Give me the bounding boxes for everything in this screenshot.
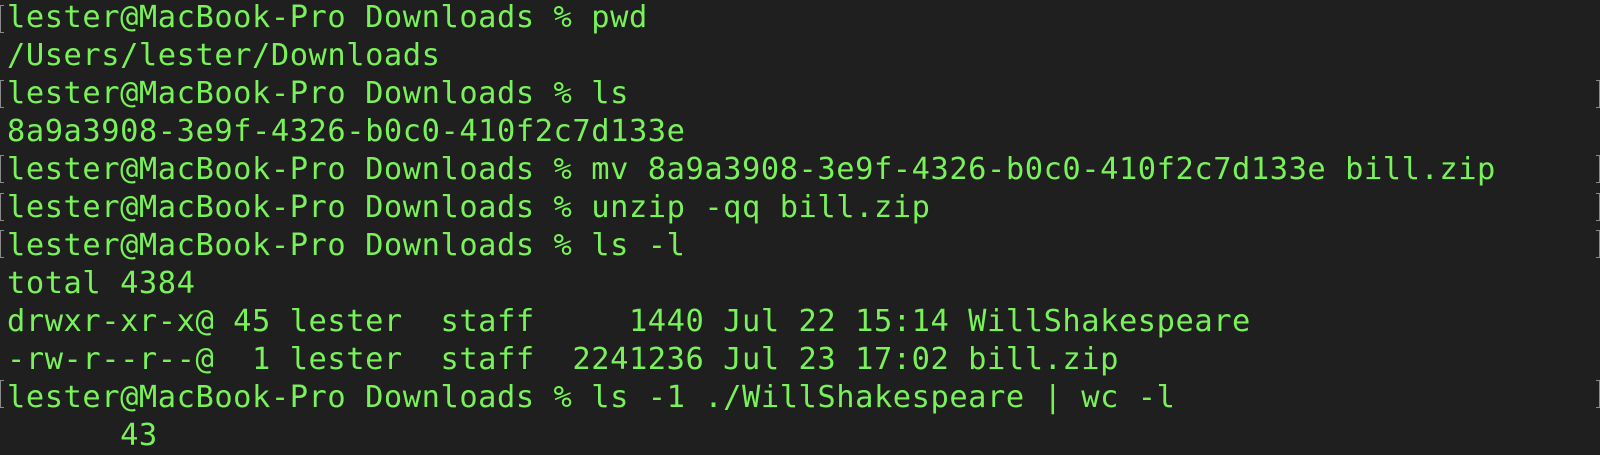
prompt-marker-right: [1596, 193, 1600, 221]
prompt-marker: [0, 80, 4, 108]
terminal-window[interactable]: lester@MacBook-Pro Downloads % pwd /User…: [0, 0, 1600, 455]
prompt-marker: [0, 5, 4, 33]
prompt-marker-right: [1596, 380, 1600, 408]
prompt-marker: [0, 193, 4, 221]
prompt-marker: [0, 380, 4, 408]
terminal-line-prompt: lester@MacBook-Pro Downloads % ls: [7, 76, 629, 111]
terminal-line-output: 43: [7, 418, 158, 453]
terminal-output: lester@MacBook-Pro Downloads % pwd /User…: [7, 0, 1496, 455]
terminal-line-output: -rw-r--r--@ 1 lester staff 2241236 Jul 2…: [7, 342, 1119, 377]
terminal-line-output: /Users/lester/Downloads: [7, 38, 441, 73]
prompt-marker-right: [1596, 155, 1600, 183]
prompt-marker-right: [1596, 230, 1600, 258]
prompt-marker: [0, 230, 4, 258]
terminal-line-prompt: lester@MacBook-Pro Downloads % pwd: [7, 0, 648, 35]
terminal-line-prompt: lester@MacBook-Pro Downloads % mv 8a9a39…: [7, 152, 1496, 187]
prompt-marker: [0, 155, 4, 183]
terminal-line-prompt: lester@MacBook-Pro Downloads % unzip -qq…: [7, 190, 931, 225]
terminal-line-prompt: lester@MacBook-Pro Downloads % ls -l: [7, 228, 686, 263]
terminal-line-output: total 4384: [7, 266, 196, 301]
terminal-line-prompt: lester@MacBook-Pro Downloads % ls -1 ./W…: [7, 380, 1176, 415]
prompt-marker-right: [1596, 80, 1600, 108]
terminal-line-output: drwxr-xr-x@ 45 lester staff 1440 Jul 22 …: [7, 304, 1251, 339]
terminal-line-output: 8a9a3908-3e9f-4326-b0c0-410f2c7d133e: [7, 114, 686, 149]
